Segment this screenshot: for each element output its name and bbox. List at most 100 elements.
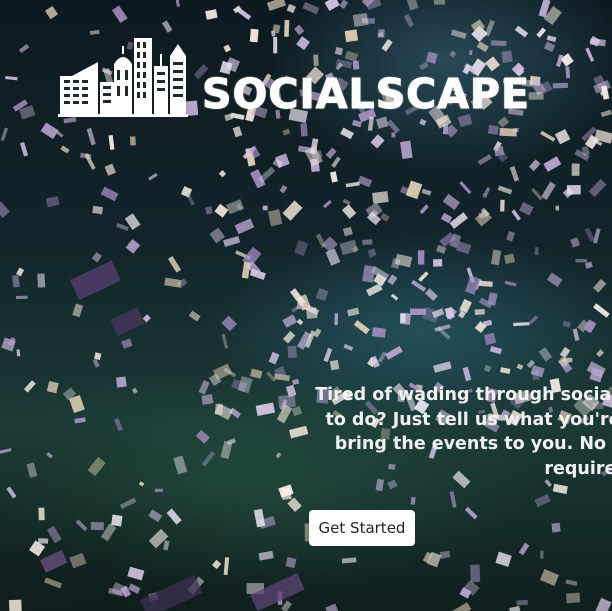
confetti-piece (329, 359, 340, 371)
confetti-piece (92, 205, 104, 215)
confetti-piece (223, 557, 230, 576)
confetti-piece (286, 3, 297, 14)
confetti-piece (142, 314, 151, 323)
confetti-piece (362, 239, 373, 246)
confetti-piece (315, 287, 329, 302)
confetti-piece (289, 425, 309, 439)
confetti-piece (489, 345, 502, 355)
confetti-piece (119, 497, 137, 510)
confetti-piece (90, 521, 104, 531)
confetti-piece (528, 315, 539, 325)
confetti-piece (211, 559, 222, 570)
confetti-piece (72, 303, 84, 318)
confetti-piece (570, 237, 581, 248)
confetti-piece (589, 38, 606, 47)
confetti-piece (127, 566, 145, 581)
confetti-piece (345, 181, 360, 188)
confetti-piece (419, 204, 429, 215)
confetti-piece (282, 200, 303, 221)
confetti-piece (175, 0, 180, 7)
confetti-piece (546, 35, 557, 42)
confetti-piece (588, 179, 607, 197)
confetti-piece (552, 82, 568, 89)
confetti-piece (474, 209, 492, 227)
confetti-piece (285, 556, 297, 569)
confetti-piece (6, 486, 17, 499)
confetti-piece (300, 123, 308, 137)
confetti-piece (325, 603, 339, 611)
confetti-piece (405, 180, 423, 200)
confetti-piece (559, 346, 571, 359)
confetti-piece (497, 116, 510, 128)
confetti-piece (342, 226, 353, 237)
confetti-piece (268, 351, 280, 365)
confetti-piece (9, 599, 22, 611)
confetti-piece (188, 310, 201, 322)
confetti-piece (504, 280, 517, 287)
confetti-piece (400, 313, 406, 323)
confetti-piece (490, 40, 507, 47)
confetti-piece (255, 402, 276, 416)
confetti-piece (74, 417, 86, 424)
confetti-piece (344, 29, 359, 43)
confetti-piece (499, 127, 517, 137)
confetti-piece (273, 37, 278, 54)
confetti-piece (470, 564, 481, 583)
confetti-piece (334, 313, 339, 326)
confetti-piece (15, 295, 28, 300)
confetti-piece (214, 203, 229, 218)
confetti-piece (555, 205, 559, 211)
confetti-piece (223, 236, 241, 247)
confetti-piece (139, 574, 203, 611)
confetti-piece (449, 491, 457, 508)
confetti-piece (205, 206, 213, 215)
confetti-piece (287, 497, 302, 513)
confetti-piece (592, 228, 601, 244)
confetti-piece (205, 9, 218, 20)
confetti-piece (340, 127, 354, 140)
confetti-piece (385, 345, 403, 360)
confetti-piece (282, 314, 298, 328)
confetti-piece (516, 363, 524, 370)
confetti-piece (562, 320, 571, 328)
confetti-piece (554, 129, 571, 145)
confetti-piece (16, 267, 25, 277)
confetti-piece (501, 50, 513, 63)
confetti-piece (531, 188, 543, 201)
confetti-piece (367, 248, 377, 258)
confetti-piece (495, 551, 512, 567)
confetti-piece (0, 201, 10, 219)
get-started-button[interactable]: Get Started (309, 510, 415, 546)
confetti-piece (267, 209, 283, 227)
confetti-piece (16, 349, 21, 357)
confetti-piece (294, 240, 309, 257)
confetti-piece (353, 320, 370, 335)
confetti-piece (449, 50, 457, 58)
confetti-piece (279, 184, 288, 194)
hero-tagline: Tired of wading through social media to … (315, 385, 612, 479)
confetti-piece (339, 0, 349, 9)
confetti-piece (46, 452, 53, 459)
confetti-piece (100, 186, 119, 202)
confetti-piece (232, 126, 243, 138)
confetti-piece (296, 318, 304, 326)
confetti-piece (565, 579, 578, 586)
confetti-piece (377, 351, 387, 363)
confetti-piece (114, 417, 123, 431)
confetti-piece (403, 13, 415, 28)
confetti-piece (321, 236, 338, 253)
confetti-piece (343, 343, 354, 351)
confetti-piece (372, 191, 389, 204)
confetti-piece (536, 27, 547, 38)
confetti-piece (380, 212, 390, 222)
confetti-piece (280, 600, 293, 611)
confetti-piece (282, 128, 291, 136)
confetti-piece (596, 349, 604, 358)
confetti-piece (410, 496, 416, 505)
confetti-piece (38, 538, 49, 544)
confetti-piece (511, 209, 521, 221)
confetti-piece (539, 568, 559, 586)
confetti-piece (109, 307, 145, 337)
confetti-piece (60, 145, 70, 154)
confetti-piece (334, 46, 344, 56)
